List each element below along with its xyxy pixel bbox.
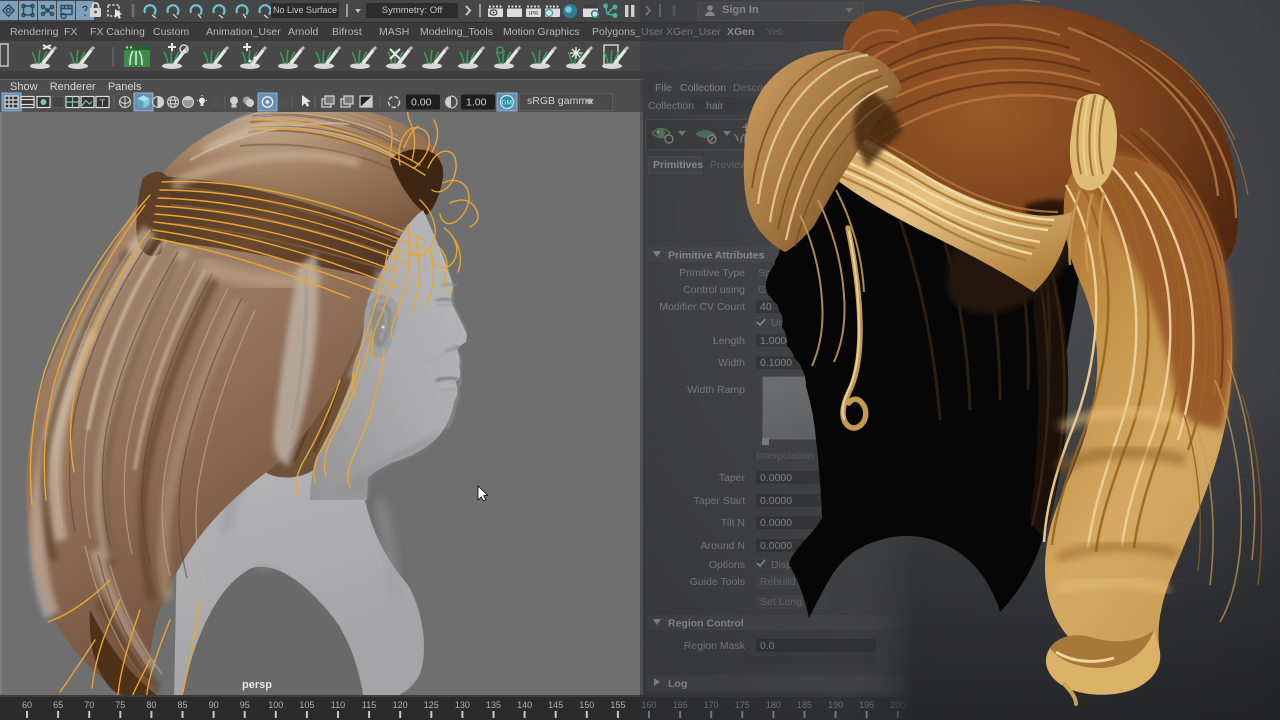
svg-text:90: 90 [209, 700, 219, 710]
svg-text:95: 95 [240, 700, 250, 710]
svg-text:0.00: 0.00 [411, 97, 432, 109]
svg-text:115: 115 [362, 700, 376, 710]
svg-text:75: 75 [115, 700, 125, 710]
svg-text:155: 155 [610, 700, 625, 710]
svg-text:65: 65 [53, 700, 63, 710]
svg-text:150: 150 [579, 700, 594, 710]
svg-text:1.00: 1.00 [466, 97, 487, 109]
svg-text:110: 110 [331, 700, 345, 710]
svg-text:70: 70 [84, 700, 94, 710]
svg-text:145: 145 [548, 700, 563, 710]
svg-text:120: 120 [393, 700, 408, 710]
svg-text:125: 125 [424, 700, 439, 710]
svg-text:80: 80 [146, 700, 156, 710]
svg-text:persp: persp [242, 679, 272, 691]
svg-text:T: T [100, 98, 106, 109]
svg-text:140: 140 [517, 700, 532, 710]
svg-text:GM: GM [502, 100, 512, 107]
svg-text:85: 85 [177, 700, 187, 710]
svg-text:130: 130 [455, 700, 470, 710]
svg-text:IPR: IPR [529, 11, 538, 17]
svg-text:105: 105 [299, 700, 314, 710]
svg-text:135: 135 [486, 700, 501, 710]
svg-text:100: 100 [268, 700, 283, 710]
svg-text:60: 60 [22, 700, 32, 710]
